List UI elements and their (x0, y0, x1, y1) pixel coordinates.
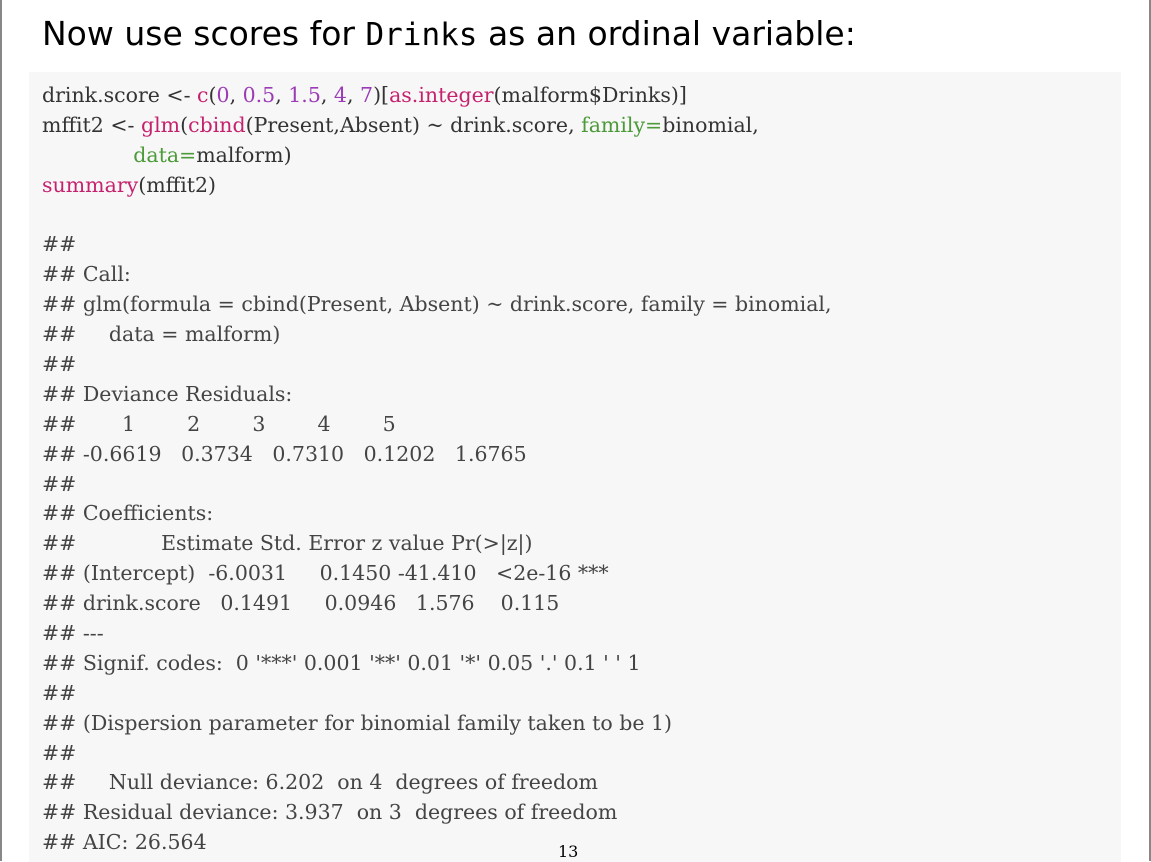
code-token-plain: malform) (196, 142, 292, 167)
output-line: ## (42, 232, 77, 257)
code-token-fn: summary (42, 172, 139, 197)
output-line: ## Residual deviance: 3.937 on 3 degrees… (42, 800, 618, 825)
output-line: ## --- (42, 621, 104, 646)
output-line: ## -0.6619 0.3734 0.7310 0.1202 1.6765 (42, 441, 527, 466)
output-line: ## Estimate Std. Error z value Pr(>|z|) (42, 531, 533, 556)
output-line: ## (42, 740, 77, 765)
output-line: ## Coefficients: (42, 501, 214, 526)
code-token-plain: (malform$Drinks)] (493, 83, 687, 107)
output-line: ## Signif. codes: 0 '***' 0.001 '**' 0.0… (42, 650, 641, 675)
code-token-plain: (Present,Absent) ~ drink.score, (245, 112, 582, 137)
output-line: ## (Dispersion parameter for binomial fa… (42, 710, 673, 735)
code-line-1: drink.score <- c(0, 0.5, 1.5, 4, 7)[as.i… (42, 81, 832, 111)
code-token-fn: glm (140, 112, 181, 137)
title-variable-name: Drinks (365, 17, 478, 53)
code-token-plain: , (346, 83, 361, 107)
code-line-4: summary(mffit2) (42, 171, 832, 201)
output-line: ## Deviance Residuals: (42, 381, 293, 406)
code-token-kw: family= (581, 112, 663, 137)
output-line: ## glm(formula = cbind(Present, Absent) … (42, 292, 832, 317)
code-token-num: 7 (360, 83, 374, 107)
output-line: ## (42, 352, 77, 377)
output-line: ## (Intercept) -6.0031 0.1450 -41.410 <2… (42, 561, 609, 586)
code-token-plain: binomial, (662, 112, 759, 137)
code-token-plain: drink.score <- (42, 83, 198, 107)
code-token-num: 0.5 (242, 83, 276, 107)
code-line-2: mffit2 <- glm(cbind(Present,Absent) ~ dr… (42, 111, 832, 141)
code-token-fn: c (197, 83, 209, 107)
code-token-num: 4 (333, 83, 347, 107)
code-block: drink.score <- c(0, 0.5, 1.5, 4, 7)[as.i… (29, 72, 1121, 862)
output-line: ## Call: (42, 262, 131, 287)
title-prefix: Now use scores for (42, 14, 366, 53)
code-token-plain: (mffit2) (138, 172, 217, 197)
code-line-3: data=malform) (42, 141, 832, 171)
title-suffix: as an ordinal variable: (477, 14, 856, 53)
slide-title: Now use scores for Drinks as an ordinal … (42, 14, 856, 53)
code-token-kw: data= (133, 142, 197, 167)
code-token-num: 1.5 (288, 83, 321, 107)
code-token-plain: ( (208, 83, 217, 107)
code-token-fn: cbind (188, 112, 246, 137)
code-token-plain: ( (180, 112, 189, 137)
output-line: ## (42, 680, 77, 705)
output-line: ## (42, 471, 77, 496)
output-line: ## 1 2 3 4 5 (42, 411, 396, 436)
page-number: 13 (558, 842, 579, 861)
output-line: ## drink.score 0.1491 0.0946 1.576 0.115 (42, 591, 560, 616)
code-content: drink.score <- c(0, 0.5, 1.5, 4, 7)[as.i… (42, 81, 832, 858)
output-line: ## AIC: 26.564 (42, 830, 207, 855)
code-token-num: 0 (216, 83, 230, 107)
code-token-plain: )[ (373, 83, 390, 107)
code-token-fn: as.integer (389, 83, 494, 107)
output-line: ## Null deviance: 6.202 on 4 degrees of … (42, 770, 598, 795)
output-line: ## data = malform) (42, 322, 281, 347)
code-token-plain: , (275, 83, 289, 107)
code-token-plain: mffit2 <- (42, 112, 141, 137)
code-token-plain: , (229, 83, 243, 107)
code-token-plain: , (320, 83, 334, 107)
